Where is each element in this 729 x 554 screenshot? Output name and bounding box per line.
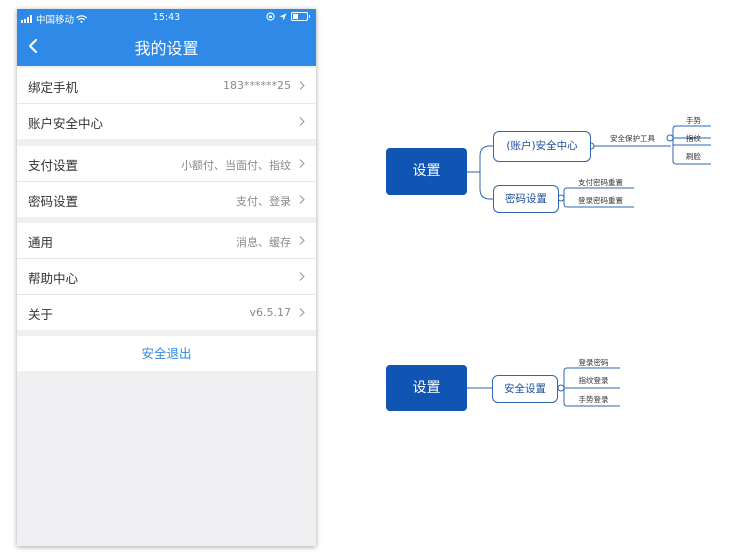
mindmap1-edge-label: 安全保护工具 bbox=[610, 134, 655, 143]
mindmap2-root-node: 设置 bbox=[386, 365, 467, 411]
mindmap1-root-node: 设置 bbox=[386, 148, 467, 195]
mindmap-connectors bbox=[467, 125, 711, 407]
mindmap1-leaf-fingerprint: 指纹 bbox=[686, 134, 701, 143]
mindmap2-leaf-login-password: 登录密码 bbox=[578, 358, 609, 367]
mindmap1-password-node: 密码设置 bbox=[493, 185, 559, 213]
mindmap2-security-node: 安全设置 bbox=[492, 375, 558, 403]
mindmap1-leaf-login-reset: 登录密码重置 bbox=[578, 196, 623, 205]
mindmap1-leaf-gesture: 手势 bbox=[686, 116, 701, 125]
mindmap1-security-node: (账户)安全中心 bbox=[493, 131, 591, 162]
mindmap2-leaf-fingerprint-login: 指纹登录 bbox=[578, 376, 609, 385]
mindmap1-leaf-face: 刷脸 bbox=[686, 152, 701, 161]
mindmap1-leaf-pay-reset: 支付密码重置 bbox=[578, 178, 623, 187]
mindmap-area: 设置 (账户)安全中心 安全保护工具 手势 指纹 刷脸 密码设置 支付密码重置 … bbox=[0, 0, 729, 554]
mindmap2-leaf-gesture-login: 手势登录 bbox=[578, 395, 609, 404]
